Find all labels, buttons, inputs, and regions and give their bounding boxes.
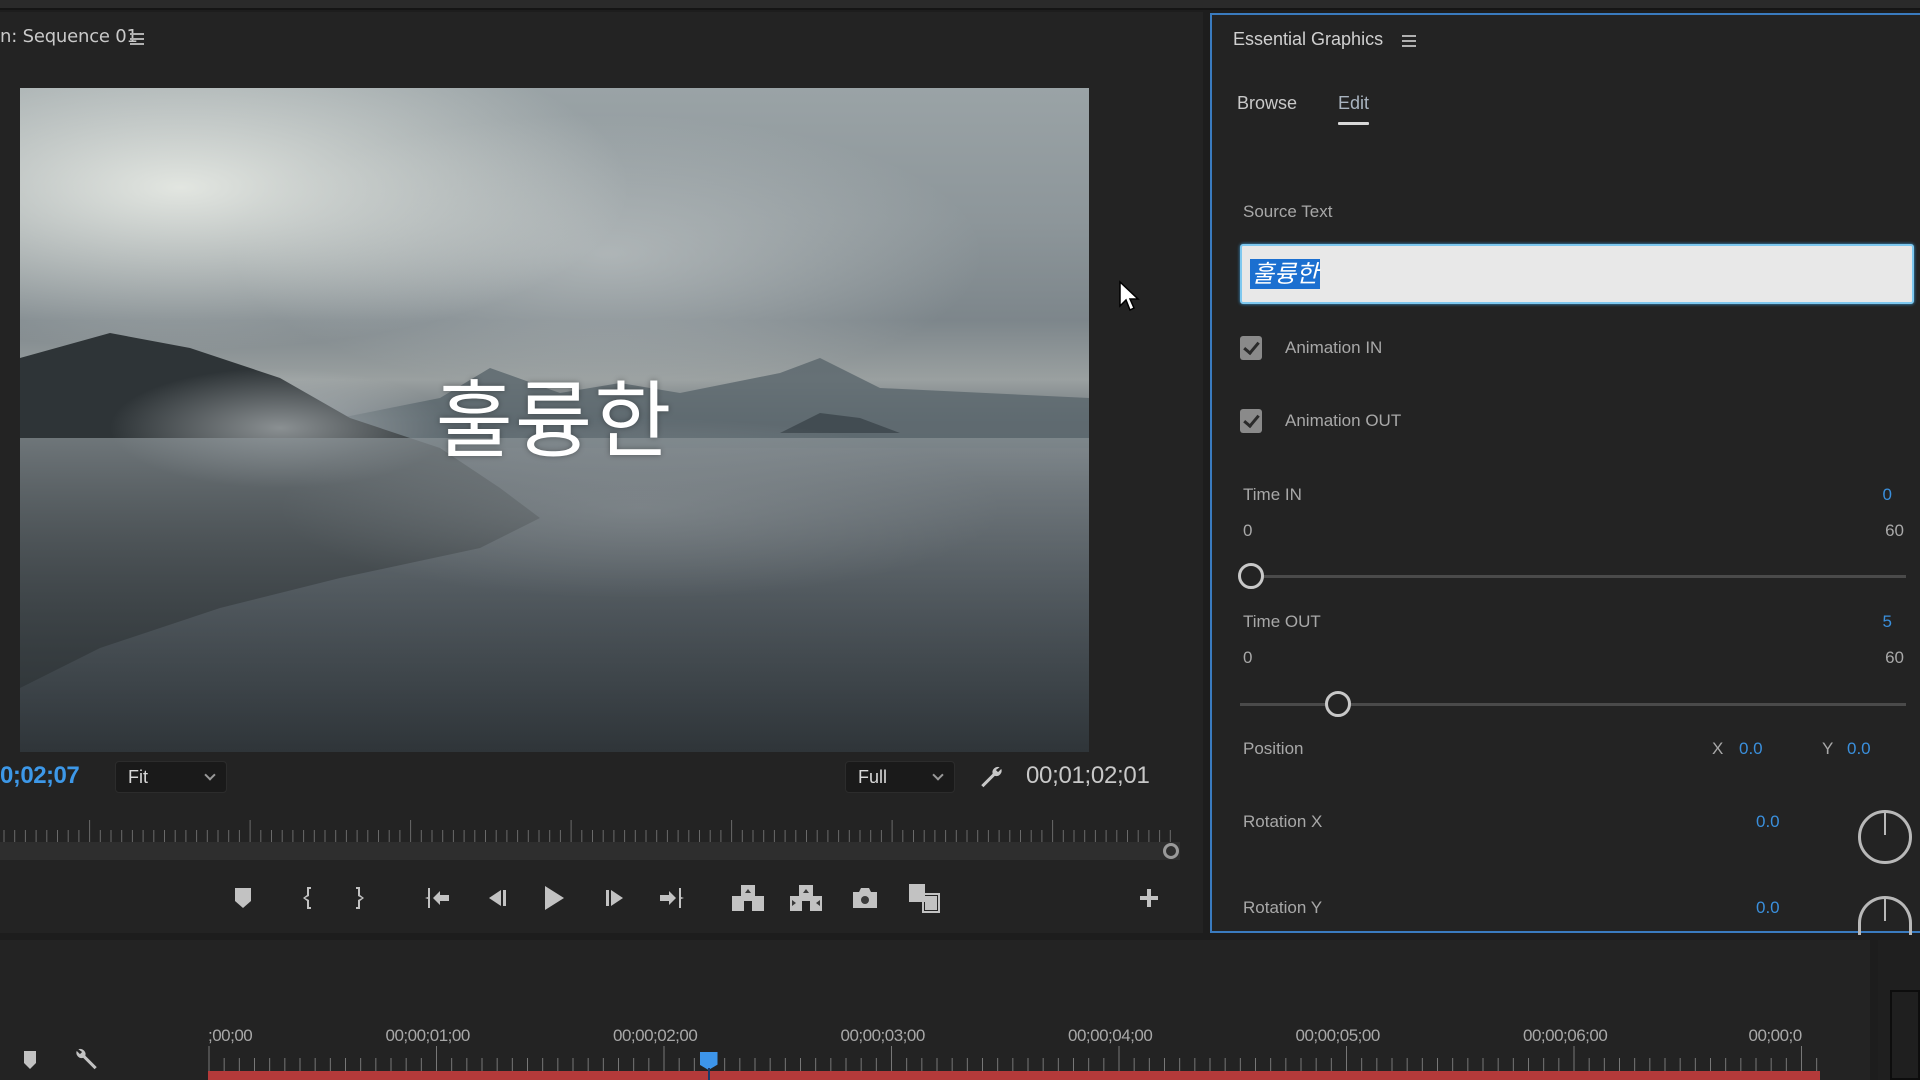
rotation-x-label: Rotation X [1243,812,1323,831]
hamburger-menu-icon[interactable] [1402,35,1416,47]
rotation-x-value[interactable]: 0.0 [1756,812,1780,832]
step-forward-icon [606,890,623,906]
marker-icon [235,888,251,908]
rotation-y-label: Rotation Y [1243,898,1323,917]
audio-meter-frame [1890,990,1920,1080]
step-forward-button[interactable] [600,883,630,913]
button-editor-plus[interactable] [1134,883,1164,913]
source-text-label: Source Text [1243,202,1333,221]
mark-in-icon [303,887,311,909]
source-text-value: 훌륭한 [1250,259,1321,289]
tab-browse[interactable]: Browse [1237,93,1297,114]
add-marker-icon[interactable] [22,1050,38,1070]
extract-icon [790,885,822,911]
time-in-slider-track[interactable] [1240,575,1906,578]
comparison-view-icon [909,884,940,913]
step-back-button[interactable] [482,883,512,913]
lift-icon [732,885,764,911]
time-in-max: 60 [1885,521,1904,540]
time-in-label: Time IN [1243,485,1302,504]
active-tab-indicator [1338,122,1369,125]
animation-out-label: Animation OUT [1285,411,1402,430]
mark-out-icon [356,887,364,909]
essential-graphics-title: Essential Graphics [1233,29,1384,49]
time-in-slider-handle[interactable] [1238,563,1264,589]
export-frame-button[interactable] [850,883,880,913]
time-out-value[interactable]: 5 [1883,612,1892,632]
animation-in-checkbox[interactable] [1240,336,1262,360]
time-out-min: 0 [1243,648,1253,667]
timeline-ruler-label: ;00;00 [208,1026,253,1045]
timeline-ruler[interactable] [208,1046,1820,1072]
comparison-view-button[interactable] [907,883,941,913]
position-y-label: Y [1822,739,1834,758]
timeline-ruler-label: 00;00;01;00 [385,1026,471,1045]
essential-graphics-panel: Essential Graphics Browse Edit Source Te… [1210,13,1920,935]
zoom-level-dropdown[interactable]: Fit [115,761,227,793]
current-timecode[interactable]: 0;02;07 [0,762,80,790]
tab-edit[interactable]: Edit [1338,93,1369,114]
go-to-in-icon [425,888,449,908]
top-strip [0,0,1920,10]
position-x-label: X [1712,739,1724,758]
time-out-label: Time OUT [1243,612,1321,631]
timeline-ruler-label: 00;00;05;00 [1295,1026,1381,1045]
plus-icon [1140,889,1158,907]
wrench-icon[interactable] [978,764,1004,790]
program-monitor-title-text: n: Sequence 01 [0,26,138,47]
add-marker-button[interactable] [228,883,258,913]
source-text-input[interactable]: 훌륭한 [1240,244,1914,304]
time-in-min: 0 [1243,521,1253,540]
lift-button[interactable] [730,883,766,913]
go-to-out-icon [660,888,684,908]
step-back-icon [489,890,506,906]
timeline-ruler-label: 00;00;03;00 [840,1026,926,1045]
play-button[interactable] [539,883,569,913]
timeline-ruler-label: 00;00;02;00 [613,1026,698,1045]
chevron-down-icon [204,769,216,781]
program-monitor-title: n: Sequence 01 [0,26,138,47]
timeline-settings-wrench-icon[interactable] [74,1046,100,1072]
sequence-duration-timecode: 00;01;02;01 [1026,762,1150,789]
video-overlay-title: 훌륭한 [435,372,674,470]
playback-resolution-dropdown[interactable]: Full [845,761,955,793]
chevron-down-icon [932,769,944,781]
playhead-line [707,1068,710,1080]
extract-button[interactable] [788,883,824,913]
rotation-x-dial[interactable] [1858,810,1912,864]
rotation-y-value[interactable]: 0.0 [1756,898,1780,918]
play-icon [545,886,564,910]
time-in-value[interactable]: 0 [1883,485,1892,505]
timeline-ruler-label: 00;00;04;00 [1068,1026,1153,1045]
timeline-ruler-label: 00;00;0 [1748,1026,1803,1045]
timeline-ruler-label: 00;00;06;00 [1523,1026,1608,1045]
mark-out-button[interactable] [345,883,375,913]
camera-icon [853,888,877,908]
animation-out-checkbox[interactable] [1240,409,1262,433]
position-x-value[interactable]: 0.0 [1739,739,1763,759]
hamburger-menu-icon[interactable] [130,33,144,45]
monitor-scrub-bar[interactable] [0,842,1180,860]
go-to-in-button[interactable] [422,883,452,913]
time-out-slider-handle[interactable] [1325,691,1352,717]
work-area-bar[interactable] [208,1071,1820,1080]
time-out-max: 60 [1885,648,1904,667]
position-y-value[interactable]: 0.0 [1847,739,1871,759]
zoom-scroll-handle[interactable] [1163,843,1179,859]
rotation-y-dial[interactable] [1858,896,1912,935]
animation-in-label: Animation IN [1285,338,1383,357]
mouse-cursor-icon [1119,280,1140,312]
playback-resolution-value: Full [858,767,888,787]
go-to-out-button[interactable] [657,883,687,913]
mark-in-button[interactable] [292,883,322,913]
zoom-level-value: Fit [128,767,148,787]
position-label: Position [1243,739,1304,758]
video-preview[interactable]: 훌륭한 [20,88,1089,752]
monitor-time-ruler[interactable] [0,818,1180,842]
